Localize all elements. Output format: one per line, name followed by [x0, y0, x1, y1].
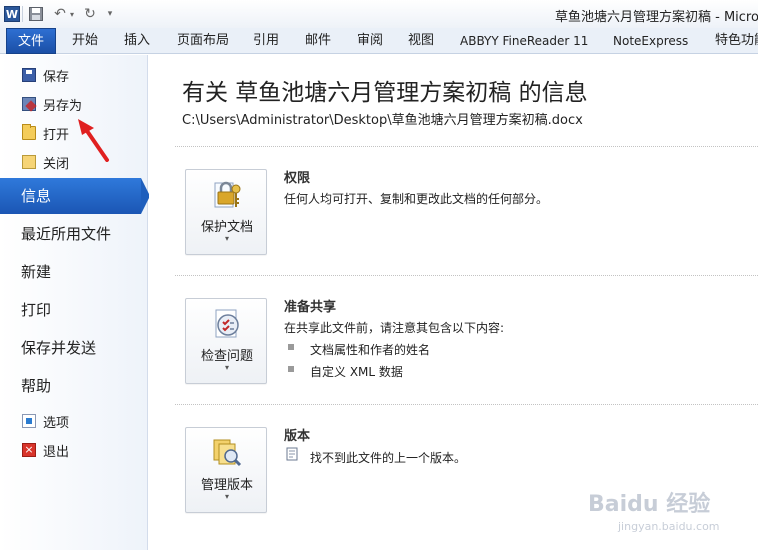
exit-command[interactable]: × 退出 [0, 438, 148, 462]
document-version-icon [286, 447, 298, 461]
open-folder-icon [22, 124, 36, 140]
options-command[interactable]: 选项 [0, 409, 148, 433]
prepare-sharing-title: 准备共享 [284, 300, 337, 315]
list-item: 文档属性和作者的姓名 [310, 343, 431, 357]
close-folder-icon [22, 155, 36, 169]
nav-tab-recent[interactable]: 最近所用文件 [0, 216, 148, 252]
bullet-marker [288, 344, 294, 350]
section-divider [175, 275, 758, 276]
save-as-icon [22, 97, 36, 111]
lock-keys-icon [214, 181, 241, 208]
save-as-command[interactable]: 另存为 [0, 92, 148, 116]
check-for-issues-label: 检查问题 [200, 349, 253, 364]
close-command[interactable]: 关闭 [0, 150, 148, 174]
nav-tab-info[interactable]: 信息 [0, 178, 141, 214]
versions-icon [213, 439, 242, 467]
ribbon-tab-bar: 文件 开始 插入 页面布局 引用 邮件 审阅 视图 ABBYY FineRead… [0, 28, 758, 54]
manage-versions-button[interactable]: 管理版本 ▾ [185, 427, 267, 513]
undo-dropdown-icon[interactable]: ▾ [68, 6, 76, 22]
nav-tab-new[interactable]: 新建 [0, 254, 148, 290]
nav-tab-save-send[interactable]: 保存并发送 [0, 330, 148, 366]
permissions-text: 任何人均可打开、复制和更改此文档的任何部分。 [284, 192, 549, 206]
backstage-nav: 保存 另存为 打开 关闭 信息 最近所用文件 新建 打印 保存并发送 帮助 选项… [0, 55, 148, 550]
bullet-marker [288, 366, 294, 372]
permissions-title: 权限 [284, 171, 311, 186]
section-divider [175, 146, 758, 147]
tab-abbyy-finereader[interactable]: ABBYY FineReader 11 [460, 28, 588, 54]
inspect-checklist-icon [215, 309, 239, 338]
word-app-icon[interactable]: W [4, 6, 20, 22]
tab-review[interactable]: 审阅 [357, 28, 383, 54]
annotation-arrow-icon [78, 119, 109, 162]
window-title: 草鱼池塘六月管理方案初稿 - Microso [555, 10, 758, 25]
protect-document-button[interactable]: 保护文档 ▾ [185, 169, 267, 255]
exit-label: 退出 [43, 444, 70, 460]
quick-save-icon[interactable] [28, 6, 44, 22]
close-label: 关闭 [43, 156, 70, 172]
chevron-down-icon: ▾ [224, 492, 229, 501]
chevron-down-icon: ▾ [224, 234, 229, 243]
open-label: 打开 [43, 127, 70, 143]
protect-document-label: 保护文档 [200, 220, 253, 235]
tab-special-features[interactable]: 特色功能 [715, 28, 758, 54]
tab-file[interactable]: 文件 [6, 28, 56, 54]
quick-access-separator [22, 6, 23, 22]
title-bar: W ↶ ▾ ↻ ▾ 草鱼池塘六月管理方案初稿 - Microso [0, 0, 758, 28]
tab-mailings[interactable]: 邮件 [305, 28, 331, 54]
document-path: C:\Users\Administrator\Desktop\草鱼池塘六月管理方… [182, 113, 583, 128]
tab-references[interactable]: 引用 [253, 28, 279, 54]
tab-insert[interactable]: 插入 [124, 28, 150, 54]
open-command[interactable]: 打开 [0, 121, 148, 145]
chevron-down-icon: ▾ [224, 363, 229, 372]
versions-text: 找不到此文件的上一个版本。 [310, 451, 467, 465]
section-divider [175, 404, 758, 405]
nav-tab-help[interactable]: 帮助 [0, 368, 148, 404]
page-title: 有关 草鱼池塘六月管理方案初稿 的信息 [182, 80, 588, 106]
redo-icon[interactable]: ↻ [82, 6, 98, 22]
options-label: 选项 [43, 415, 70, 431]
watermark-main-text: Baidu 经验 [588, 492, 711, 517]
exit-icon: × [22, 443, 36, 457]
undo-icon[interactable]: ↶ [52, 6, 68, 22]
tab-view[interactable]: 视图 [408, 28, 434, 54]
save-as-label: 另存为 [43, 98, 83, 114]
save-icon [22, 68, 36, 82]
customize-quick-access-icon[interactable]: ▾ [105, 6, 115, 22]
tab-page-layout[interactable]: 页面布局 [177, 28, 229, 54]
save-label: 保存 [43, 69, 70, 85]
watermark-url-text: jingyan.baidu.com [618, 520, 720, 533]
check-for-issues-button[interactable]: 检查问题 ▾ [185, 298, 267, 384]
versions-title: 版本 [284, 429, 311, 444]
baidu-watermark: Baidu 经验 jingyan.baidu.com [588, 486, 738, 542]
save-command[interactable]: 保存 [0, 63, 148, 87]
tab-home[interactable]: 开始 [72, 28, 98, 54]
prepare-sharing-text: 在共享此文件前，请注意其包含以下内容: [284, 321, 505, 335]
tab-noteexpress[interactable]: NoteExpress [613, 28, 688, 54]
manage-versions-label: 管理版本 [200, 478, 253, 493]
options-icon [22, 414, 36, 428]
list-item: 自定义 XML 数据 [310, 365, 403, 379]
nav-tab-print[interactable]: 打印 [0, 292, 148, 328]
